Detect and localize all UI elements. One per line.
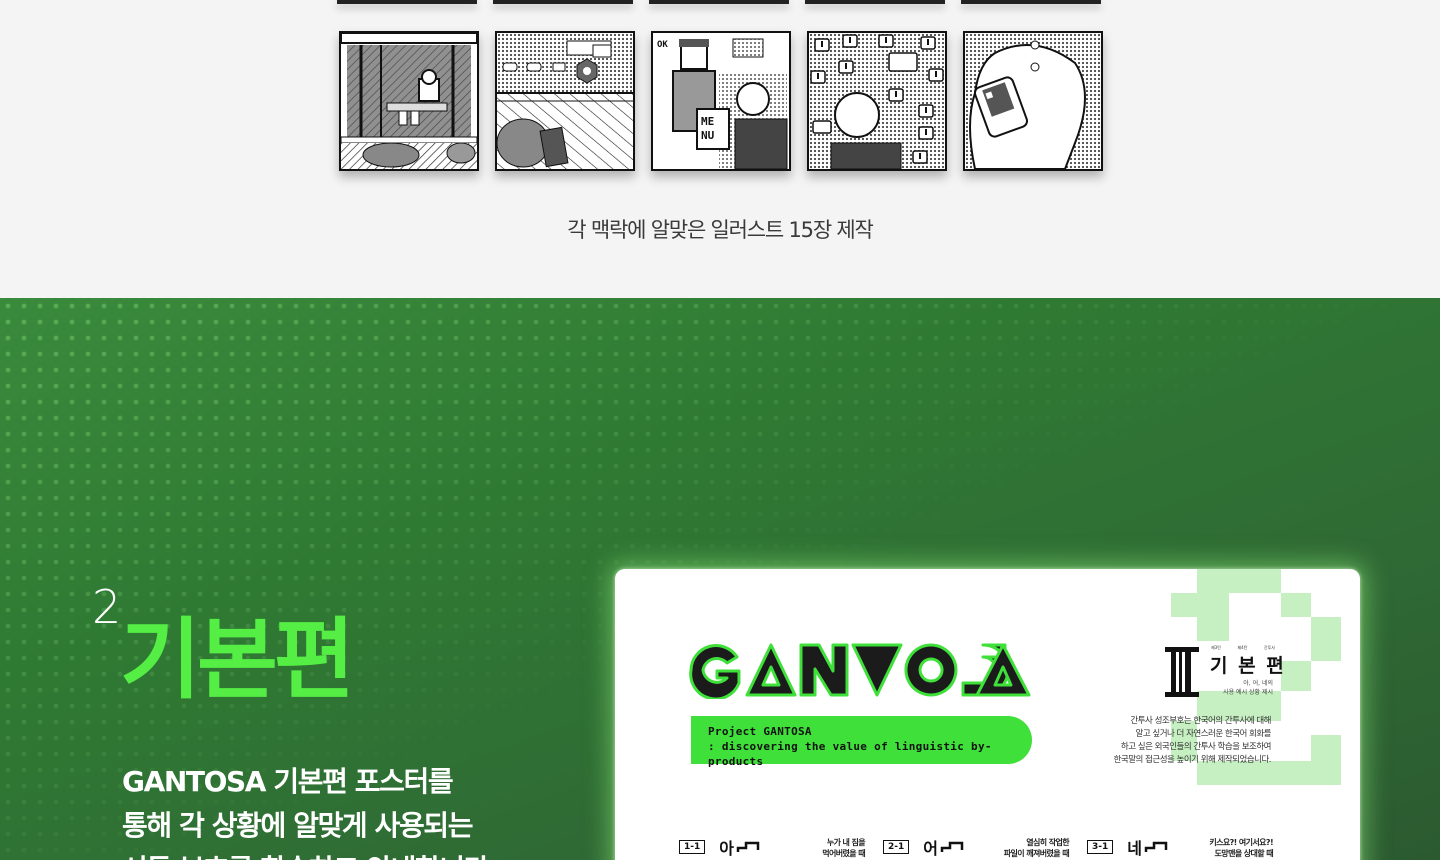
- section-description-line: GANTOSA 기본편 포스터를: [122, 765, 454, 798]
- poster-body-line: 하고 싶은 외국인들의 간투사 학습을 보조하여: [1120, 742, 1272, 752]
- section-description-line: 서툰 부호를 학습하고 안내합니다.: [122, 848, 562, 860]
- example-note-line: 도망맨을 상대할 때: [1214, 849, 1274, 858]
- example-note: 열심히 작업한 파일이 깨져버렸을 때: [987, 837, 1070, 859]
- previous-illustration-row-edge: [649, 0, 789, 4]
- illustration-menu-ordering: OK ME NU: [651, 31, 791, 171]
- tone-mark-icon: [1144, 841, 1168, 852]
- previous-illustration-row-edge: [337, 0, 477, 4]
- example-note-line: 먹어버렸을 때: [822, 849, 865, 858]
- poster-title: 기 본 편: [1210, 655, 1286, 677]
- section-description: GANTOSA 기본편 포스터를 통해 각 상황에 알맞게 사용되는 서툰 부호…: [122, 760, 562, 860]
- poster-body-line: 간투사 성조부호는 한국어의 간투사에 대해: [1130, 716, 1271, 726]
- example-word: 아: [719, 839, 734, 858]
- poster-body-text: 간투사 성조부호는 한국어의 간투사에 대해 알고 싶거나 더 자연스러운 한국…: [1085, 715, 1272, 767]
- menu-label-2: NU: [701, 129, 715, 142]
- previous-illustration-row-edge: [493, 0, 633, 4]
- previous-illustration-row-edge: [805, 0, 945, 4]
- tone-mark-icon: [940, 841, 964, 852]
- section-description-line: 통해 각 상황에 알맞게 사용되는: [122, 809, 473, 842]
- poster-example-row: 2-1 어: [883, 835, 964, 859]
- example-note-line: 누가 내 짐을: [826, 838, 866, 847]
- menu-label-1: ME: [701, 115, 714, 128]
- gantosa-logo: [689, 643, 1031, 699]
- example-note: 키스요?! 여기서요?! 도망맨을 상대할 때: [1187, 837, 1273, 859]
- banner-line: Project GANTOSA: [708, 725, 812, 738]
- basic-edition-section: 2 기본편 GANTOSA 기본편 포스터를 통해 각 상황에 알맞게 사용되는…: [0, 298, 1440, 860]
- banner-line: : discovering the value of linguistic by…: [708, 740, 992, 768]
- example-tag: 2-1: [883, 840, 910, 854]
- example-note-line: 파일이 깨져버렸을 때: [1003, 849, 1070, 858]
- example-note-line: 키스요?! 여기서요?!: [1209, 838, 1273, 847]
- example-note: 누가 내 짐을 먹어버렸을 때: [801, 837, 865, 859]
- poster-subtitle-line: 아, 어, 네의: [1243, 680, 1273, 687]
- illustration-caption: 각 맥락에 알맞은 일러스트 15장 제작: [567, 218, 874, 242]
- poster-subtitle-line: 사용 예시 상황 제시: [1223, 689, 1273, 696]
- section-title: 기본편: [120, 608, 355, 711]
- poster-example-row: 3-1 네: [1087, 835, 1168, 859]
- illustration-subway-platform: [339, 31, 479, 171]
- section-number: 2: [92, 580, 121, 634]
- ok-label: OK: [657, 40, 668, 50]
- tone-mark-icon: [736, 841, 760, 852]
- poster-body-line: 알고 싶거나 더 자연스러운 한국어 회화를: [1135, 729, 1272, 739]
- example-word: 네: [1127, 839, 1142, 858]
- example-tag: 3-1: [1087, 840, 1114, 854]
- previous-illustration-row-edge: [961, 0, 1101, 4]
- example-word: 어: [923, 839, 938, 858]
- illustration-phone-call: [963, 31, 1103, 171]
- example-tag: 1-1: [679, 840, 706, 854]
- example-note-line: 열심히 작업한: [1026, 838, 1069, 847]
- illustration-street-top-view: [495, 31, 635, 171]
- project-banner: Project GANTOSA : discovering the value …: [691, 716, 1032, 768]
- poster-body-line: 한국말의 접근성을 높이기 위해 제작되었습니다.: [1113, 755, 1272, 765]
- poster-example-row: 1-1 아: [679, 835, 760, 859]
- gantosa-poster-preview: Project GANTOSA : discovering the value …: [615, 569, 1360, 860]
- illustration-gallery-section: OK ME NU 각 맥락에 알맞은 일러스트 15장 제작: [0, 0, 1440, 298]
- poster-subtitle: 아, 어, 네의 사용 예시 상황 제시: [1213, 679, 1273, 697]
- roman-numeral-mark: [1165, 647, 1199, 697]
- illustration-confused-person: [807, 31, 947, 171]
